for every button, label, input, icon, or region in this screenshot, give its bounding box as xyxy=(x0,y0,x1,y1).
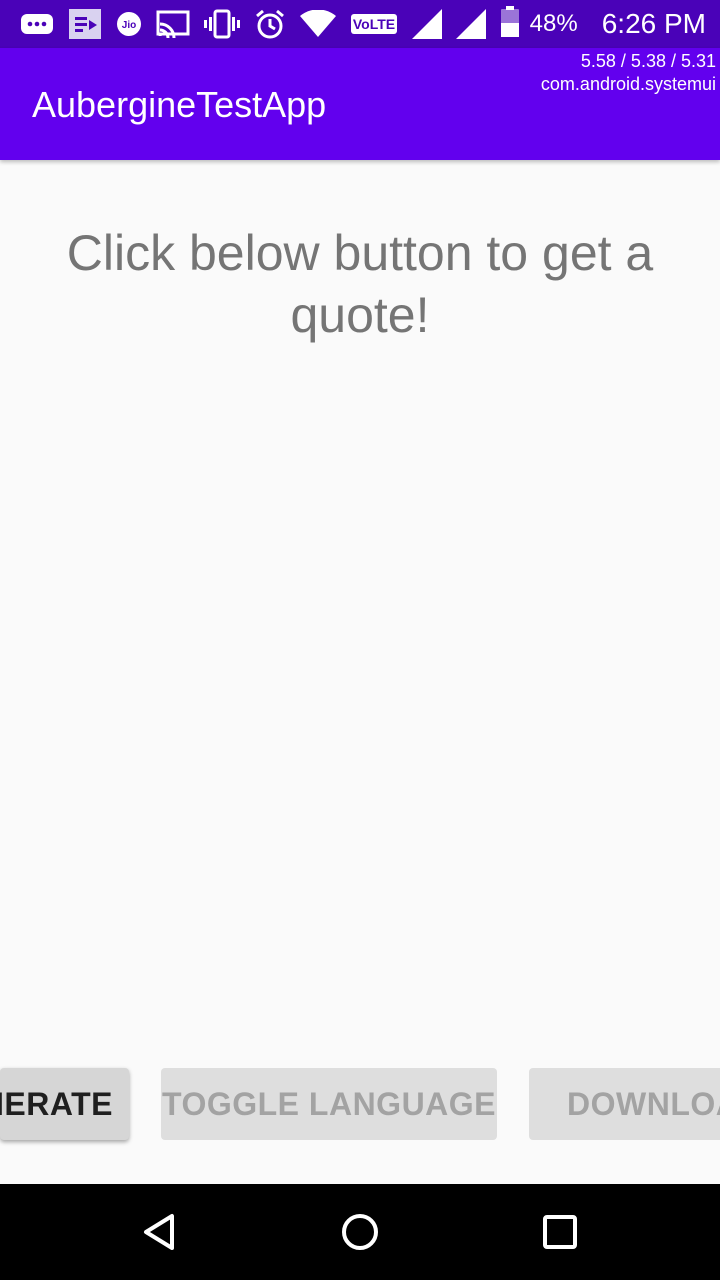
signal-icon xyxy=(456,9,486,39)
app-title: AubergineTestApp xyxy=(32,84,327,125)
cast-media-icon xyxy=(68,8,102,40)
alarm-icon xyxy=(254,8,286,40)
svg-text:VoLTE: VoLTE xyxy=(353,16,395,32)
status-bar: Jio VoLTE 48% 6:26 PM xyxy=(0,0,720,48)
recents-icon[interactable] xyxy=(532,1204,588,1260)
more-icon xyxy=(20,11,54,37)
navigation-bar xyxy=(0,1184,720,1280)
cpu-usage-overlay: 5.58 / 5.38 / 5.31 com.android.systemui xyxy=(541,50,716,96)
battery-percent: 48% xyxy=(529,10,578,37)
volte-icon: VoLTE xyxy=(350,13,398,35)
jio-icon: Jio xyxy=(116,11,142,37)
generate-button[interactable]: NERATE xyxy=(0,1068,129,1140)
clock: 6:26 PM xyxy=(601,8,706,39)
download-button[interactable]: DOWNLOA xyxy=(529,1068,720,1140)
home-icon[interactable] xyxy=(332,1204,388,1260)
cpu-process-name: com.android.systemui xyxy=(540,74,716,94)
vibrate-icon xyxy=(204,9,240,39)
cpu-load-values: 5.58 / 5.38 / 5.31 xyxy=(580,51,716,71)
back-icon[interactable] xyxy=(132,1204,188,1260)
wifi-icon xyxy=(300,10,336,38)
battery-icon xyxy=(500,5,520,43)
status-icons-right: 48% 6:26 PM xyxy=(500,5,706,43)
svg-text:Jio: Jio xyxy=(122,20,136,31)
quote-text: Click below button to get a quote! xyxy=(66,225,654,343)
status-icons-left: Jio VoLTE xyxy=(20,8,500,40)
screen-cast-icon xyxy=(156,10,190,38)
signal-icon xyxy=(412,9,442,39)
toggle-language-button[interactable]: TOGGLE LANGUAGE xyxy=(161,1068,497,1140)
